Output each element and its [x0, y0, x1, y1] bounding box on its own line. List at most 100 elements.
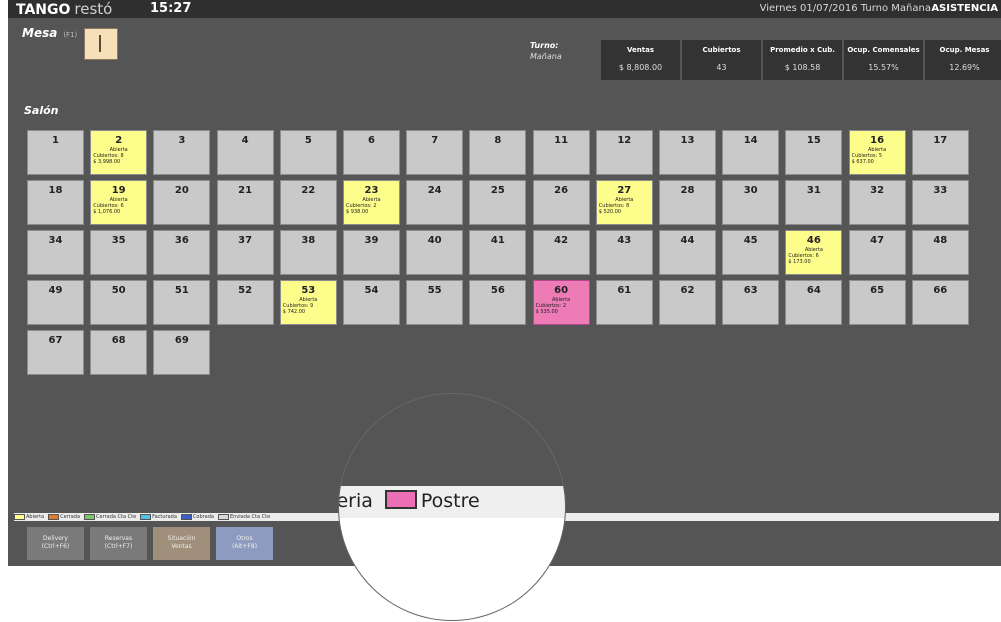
table-number: 6: [368, 135, 375, 146]
table-number: 32: [870, 185, 885, 196]
table-32[interactable]: 32: [848, 180, 906, 225]
stat-box: Cubiertos 43: [682, 40, 761, 80]
salon-title: Salón: [24, 104, 59, 117]
table-12[interactable]: 12: [595, 130, 653, 175]
button-situacin[interactable]: Situación Ventas: [153, 527, 210, 560]
table-69[interactable]: 69: [153, 330, 211, 375]
table-35[interactable]: 35: [90, 230, 148, 275]
table-55[interactable]: 55: [406, 280, 464, 325]
table-66[interactable]: 66: [911, 280, 969, 325]
table-50[interactable]: 50: [90, 280, 148, 325]
clock: 15:27: [150, 1, 192, 16]
table-11[interactable]: 11: [532, 130, 590, 175]
mesa-input[interactable]: [84, 28, 118, 60]
legend-item: Cobrada: [180, 513, 214, 521]
table-52[interactable]: 52: [216, 280, 274, 325]
table-number: 22: [301, 185, 316, 196]
table-16[interactable]: 16 Abierta Cubiertos: 5 $ 637.00: [848, 130, 906, 175]
button-shortcut: (Ctrl+F7): [104, 543, 133, 550]
table-43[interactable]: 43: [595, 230, 653, 275]
stat-box: Ocup. Comensales 15.57%: [844, 40, 923, 80]
table-48[interactable]: 48: [911, 230, 969, 275]
table-65[interactable]: 65: [848, 280, 906, 325]
table-37[interactable]: 37: [216, 230, 274, 275]
button-reservas[interactable]: Reservas (Ctrl+F7): [90, 527, 147, 560]
table-number: 5: [304, 135, 312, 146]
table-2[interactable]: 2 Abierta Cubiertos: 8 $ 3,998.00: [90, 130, 148, 175]
stat-label: Ocup. Mesas: [939, 46, 990, 54]
table-number: 41: [490, 235, 505, 246]
table-51[interactable]: 51: [153, 280, 211, 325]
table-number: 30: [743, 185, 758, 196]
table-39[interactable]: 39: [343, 230, 400, 275]
table-number: 37: [238, 235, 253, 246]
button-label: Situación: [167, 535, 196, 542]
table-30[interactable]: 30: [722, 180, 780, 225]
table-1[interactable]: 1: [27, 130, 84, 175]
button-delivery[interactable]: Delivery (Ctrl+F6): [27, 527, 84, 560]
table-68[interactable]: 68: [90, 330, 148, 375]
table-67[interactable]: 67: [27, 330, 84, 375]
table-56[interactable]: 56: [469, 280, 527, 325]
table-8[interactable]: 8: [469, 130, 527, 175]
table-40[interactable]: 40: [406, 230, 464, 275]
legend-label: Enviada Cta Cte: [229, 514, 271, 520]
table-25[interactable]: 25: [469, 180, 527, 225]
table-34[interactable]: 34: [27, 230, 84, 275]
table-53[interactable]: 53 Abierta Cubiertos: 9 $ 742.00: [279, 280, 337, 325]
turno-info: Turno: Mañana: [530, 40, 562, 62]
table-63[interactable]: 63: [722, 280, 780, 325]
table-15[interactable]: 15: [785, 130, 843, 175]
table-4[interactable]: 4: [216, 130, 274, 175]
table-54[interactable]: 54: [343, 280, 400, 325]
action-buttons: Delivery (Ctrl+F6) Reservas (Ctrl+F7) Situac…: [27, 527, 273, 560]
table-61[interactable]: 61: [595, 280, 653, 325]
table-13[interactable]: 13: [659, 130, 716, 175]
table-number: 16: [870, 135, 885, 146]
button-label: Reservas: [104, 535, 133, 542]
table-62[interactable]: 62: [659, 280, 716, 325]
table-number: 53: [301, 285, 316, 296]
table-22[interactable]: 22: [279, 180, 337, 225]
table-47[interactable]: 47: [848, 230, 906, 275]
table-64[interactable]: 64: [785, 280, 843, 325]
table-24[interactable]: 24: [406, 180, 464, 225]
table-27[interactable]: 27 Abierta Cubiertos: 8 $ 520.00: [595, 180, 653, 225]
table-31[interactable]: 31: [785, 180, 843, 225]
table-21[interactable]: 21: [216, 180, 274, 225]
table-60[interactable]: 60 Abierta Cubiertos: 2 $ 535.00: [532, 280, 590, 325]
table-17[interactable]: 17: [911, 130, 969, 175]
button-otros[interactable]: Otros (Alt+F8): [216, 527, 273, 560]
table-38[interactable]: 38: [279, 230, 337, 275]
table-23[interactable]: 23 Abierta Cubiertos: 2 $ 938.00: [343, 180, 400, 225]
stat-value: 15.57%: [868, 63, 899, 72]
table-number: 15: [806, 135, 821, 146]
table-number: 39: [364, 235, 379, 246]
table-28[interactable]: 28: [659, 180, 716, 225]
table-19[interactable]: 19 Abierta Cubiertos: 6 $ 1,076.00: [90, 180, 148, 225]
table-42[interactable]: 42: [532, 230, 590, 275]
table-number: 55: [427, 285, 442, 296]
table-26[interactable]: 26: [532, 180, 590, 225]
table-41[interactable]: 41: [469, 230, 527, 275]
stat-label: Cubiertos: [702, 46, 741, 54]
table-20[interactable]: 20: [153, 180, 211, 225]
table-number: 31: [806, 185, 821, 196]
table-14[interactable]: 14: [722, 130, 780, 175]
table-18[interactable]: 18: [27, 180, 84, 225]
legend-item: Enviada Cta Cte: [217, 513, 271, 521]
table-36[interactable]: 36: [153, 230, 211, 275]
table-45[interactable]: 45: [722, 230, 780, 275]
table-5[interactable]: 5: [279, 130, 337, 175]
table-number: 48: [933, 235, 948, 246]
table-44[interactable]: 44: [659, 230, 716, 275]
table-7[interactable]: 7: [406, 130, 464, 175]
text-caret: [99, 35, 101, 52]
table-6[interactable]: 6: [343, 130, 400, 175]
table-number: 64: [806, 285, 821, 296]
table-3[interactable]: 3: [153, 130, 211, 175]
table-46[interactable]: 46 Abierta Cubiertos: 6 $ 173.00: [785, 230, 843, 275]
table-49[interactable]: 49: [27, 280, 84, 325]
table-33[interactable]: 33: [911, 180, 969, 225]
button-label: Otros: [236, 535, 253, 542]
